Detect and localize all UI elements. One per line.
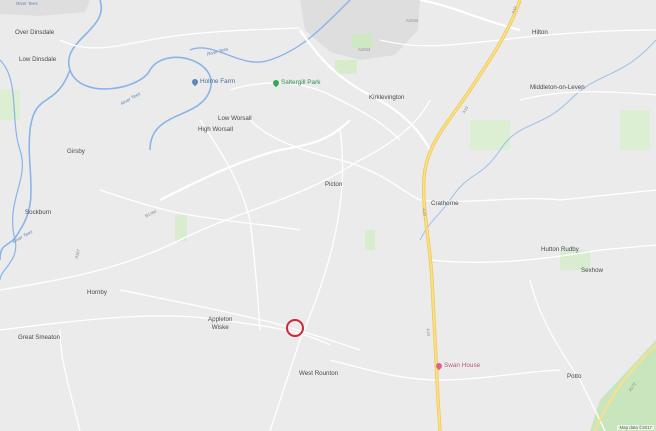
place-low-worsall: Low Worsall	[218, 115, 252, 122]
place-appleton-wiske: Appleton Wiske	[208, 316, 233, 331]
place-girsby: Girsby	[67, 148, 85, 155]
map-base-layer	[0, 0, 656, 431]
road-minor	[519, 91, 656, 101]
park-area	[365, 230, 375, 250]
road-minor	[379, 29, 656, 47]
park-area	[0, 90, 20, 120]
place-great-smeaton: Great Smeaton	[18, 334, 60, 341]
road-a	[419, 0, 521, 32]
place-picton: Picton	[325, 181, 343, 188]
map-attribution: Map data ©2017	[617, 425, 654, 430]
road-label-a19: A19	[421, 207, 428, 217]
place-sexhow: Sexhow	[581, 267, 604, 274]
place-potto: Potto	[567, 373, 582, 380]
place-kirklevington: Kirklevington	[369, 94, 405, 101]
location-marker-circle	[286, 319, 304, 337]
road-minor	[269, 129, 344, 431]
map-canvas[interactable]: Over Dinsdale Low Dinsdale Girsby Sockbu…	[0, 0, 656, 431]
place-middleton-on-leven: Middleton-on-Leven	[530, 84, 585, 91]
poi-label: Swan House	[444, 362, 481, 369]
place-hutton-rudby: Hutton Rudby	[541, 246, 579, 253]
poi-saltergill-park[interactable]: Saltergill Park	[271, 78, 321, 88]
poi-label: Holme Farm	[200, 78, 236, 85]
poi-label: Saltergill Park	[281, 79, 321, 86]
road-minor	[99, 189, 301, 231]
road-minor	[119, 289, 361, 351]
park-area	[470, 120, 510, 150]
road-a	[159, 119, 351, 201]
place-sockburn: Sockburn	[25, 209, 52, 216]
place-hilton: Hilton	[532, 29, 548, 36]
place-hornby: Hornby	[87, 289, 107, 296]
park-area	[335, 60, 357, 74]
road-label-a1044: A1044	[406, 18, 419, 23]
road-label-a19: A19	[425, 328, 432, 336]
place-over-dinsdale: Over Dinsdale	[15, 29, 55, 36]
road-minor	[59, 27, 301, 49]
urban-area	[0, 0, 90, 16]
road-minor	[59, 329, 81, 431]
road-minor	[199, 119, 261, 331]
restaurant-pin-icon	[434, 361, 444, 371]
place-low-dinsdale: Low Dinsdale	[19, 56, 57, 63]
place-west-rounton: West Rounton	[299, 370, 339, 377]
park-area	[620, 110, 650, 150]
poi-holme-farm[interactable]: Holme Farm	[190, 77, 236, 87]
location-pin-icon	[190, 77, 200, 87]
park-area	[352, 34, 372, 48]
road-minor	[529, 279, 606, 431]
poi-swan-house[interactable]: Swan House	[434, 361, 481, 371]
road-minor	[229, 82, 401, 141]
road-label-a1044: A1044	[358, 47, 371, 52]
place-crathorne: Crathorne	[431, 200, 459, 207]
park-pin-icon	[271, 78, 281, 88]
place-high-worsall: High Worsall	[198, 126, 233, 133]
river-label: River Tees	[16, 1, 38, 6]
